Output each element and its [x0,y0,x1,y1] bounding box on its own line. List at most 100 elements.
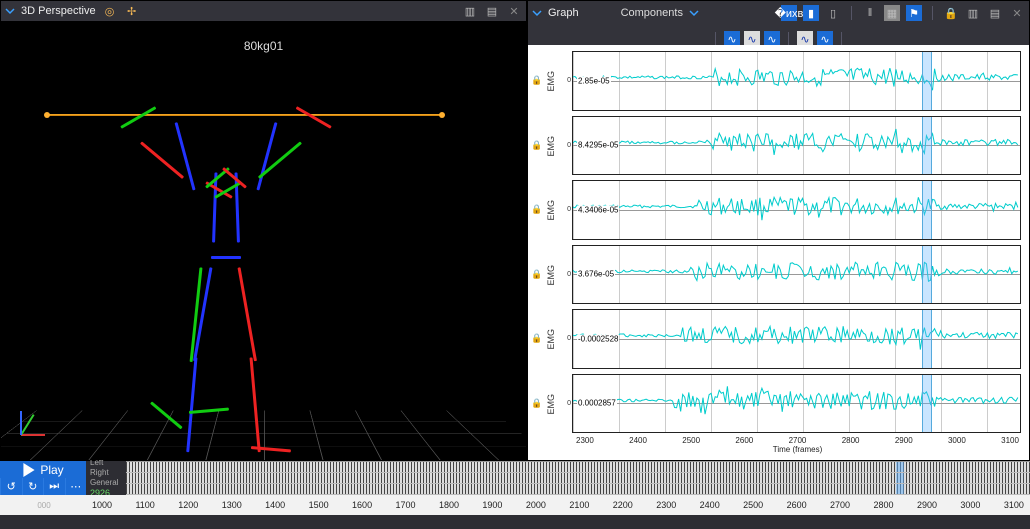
ruler-tick: 2000 [526,500,546,510]
lock-icon[interactable]: 🔒 [530,49,544,113]
more-button[interactable]: ⋯ [65,478,87,495]
lane-label-right: Right [90,468,126,477]
track-ytick: 0 [558,49,572,113]
track-plot[interactable]: 2.85e-05 [572,51,1021,111]
time-cursor[interactable] [922,181,932,239]
ruler-tick: 1800 [439,500,459,510]
grid-icon[interactable]: ▦ [884,5,900,21]
ruler-tick: 2800 [873,500,893,510]
ruler-tick: 2700 [830,500,850,510]
collapse-icon[interactable] [532,8,542,18]
lock-icon[interactable]: 🔒 [530,178,544,242]
xtick: 3000 [948,436,966,445]
emg-track: 🔒 EMG 0 3.676e-05 [530,243,1023,308]
lane-right[interactable] [126,473,1030,484]
graph-title: Graph [548,7,579,19]
3d-viewport[interactable]: 80kg01 [1,21,526,460]
time-cursor[interactable] [922,117,932,175]
ruler-tick: 1400 [265,500,285,510]
time-cursor[interactable] [922,310,932,368]
track-ytick: 0 [558,243,572,307]
track-label: EMG [544,178,558,242]
step-button[interactable]: ⏭ [43,478,65,495]
track-ytick: 0 [558,307,572,371]
loop-button[interactable]: ↻ [22,478,44,495]
dropdown-icon[interactable] [689,8,699,18]
layout-split-icon[interactable]: ▥ [462,3,478,19]
emg-track: 🔒 EMG 0 4.3406e-05 [530,178,1023,243]
cursor-readout: 8.4295e-05 [577,141,619,150]
perspective-header: 3D Perspective ◎ ✢ ▥ ▤ ✕ [1,1,526,21]
timeline-ruler[interactable]: 000 100011001200130014001500160017001800… [0,495,1030,515]
xtick: 3100 [1001,436,1019,445]
ruler-tick: 3000 [960,500,980,510]
track-label: EMG [544,243,558,307]
time-cursor[interactable] [922,246,932,304]
xtick: 2600 [735,436,753,445]
xtick: 2700 [789,436,807,445]
track-plot[interactable]: 3.676e-05 [572,245,1021,305]
time-cursor[interactable] [922,375,932,433]
ruler-tick: 1600 [352,500,372,510]
cursor-readout: -0.0002528 [577,334,619,343]
close-icon[interactable]: ✕ [1009,5,1025,21]
ruler-tick: 2500 [743,500,763,510]
layout-columns-icon[interactable]: ▤ [987,5,1003,21]
target-icon[interactable]: ◎ [102,3,118,19]
emg-track: 🔒 EMG 0 -0.0002528 [530,307,1023,372]
graph-header: Graph Components �ихв ▮ ▯ ‖ ▦ ⚑ 🔒 ▥ ▤ ✕ [528,1,1029,45]
emg-track: 🔒 EMG 0 8.4295e-05 [530,114,1023,179]
layout-split-icon[interactable]: ▥ [965,5,981,21]
track-plot[interactable]: 4.3406e-05 [572,180,1021,240]
xaxis-label: Time (frames) [572,445,1023,454]
lane-left[interactable] [126,462,1030,473]
close-icon[interactable]: ✕ [506,3,522,19]
lock-icon[interactable]: 🔒 [530,307,544,371]
lane-label-general: General [90,478,126,487]
cursor-readout: 0.0002857 [577,399,617,408]
pause-icon[interactable]: ‖ [862,5,878,21]
track-plot[interactable]: 8.4295e-05 [572,116,1021,176]
lock-icon[interactable]: 🔒 [530,243,544,307]
ruler-tick: 1300 [222,500,242,510]
collapse-icon[interactable] [5,6,15,16]
rewind-button[interactable]: ↺ [0,478,22,495]
perspective-panel: 3D Perspective ◎ ✢ ▥ ▤ ✕ 80kg01 [0,0,527,461]
crosshair-icon[interactable]: ✢ [124,3,140,19]
lock-icon[interactable]: 🔒 [530,372,544,436]
track-ytick: 0 [558,178,572,242]
components-dropdown[interactable]: Components [621,7,683,19]
play-button[interactable]: Play [0,461,86,478]
mode-b-icon[interactable]: ▮ [803,5,819,21]
flag-icon[interactable]: ⚑ [906,5,922,21]
mode-c-icon[interactable]: ▯ [825,5,841,21]
lane-general[interactable] [126,484,1030,495]
ruler-tick: 2900 [917,500,937,510]
xtick: 2500 [682,436,700,445]
track-label: EMG [544,49,558,113]
ruler-start: 000 [37,501,50,510]
transport-bar: Play ↺ ↻ ⏭ ⋯ Left Right General 2926 000… [0,461,1030,529]
layout-columns-icon[interactable]: ▤ [484,3,500,19]
play-label: Play [40,463,63,477]
ruler-tick: 2300 [656,500,676,510]
track-ytick: 0 [558,114,572,178]
ruler-tick: 2200 [613,500,633,510]
emg-track: 🔒 EMG 0 0.0002857 [530,372,1023,437]
ruler-tick: 1700 [396,500,416,510]
graph-panel: Graph Components �ихв ▮ ▯ ‖ ▦ ⚑ 🔒 ▥ ▤ ✕ [527,0,1030,461]
graph-xaxis: 230024002500260027002800290030003100 Tim… [572,436,1023,458]
ruler-tick: 1900 [482,500,502,510]
track-label: EMG [544,372,558,436]
lock-icon[interactable]: 🔒 [943,5,959,21]
lock-icon[interactable]: 🔒 [530,114,544,178]
emg-track: 🔒 EMG 0 2.85e-05 [530,49,1023,114]
timeline-lanes[interactable] [126,461,1030,495]
track-plot[interactable]: 0.0002857 [572,374,1021,434]
time-cursor[interactable] [922,52,932,110]
ruler-tick: 1500 [309,500,329,510]
track-plot[interactable]: -0.0002528 [572,309,1021,369]
ruler-tick: 1200 [178,500,198,510]
mode-a-icon[interactable]: �ихв [781,5,797,21]
perspective-title: 3D Perspective [21,5,96,17]
